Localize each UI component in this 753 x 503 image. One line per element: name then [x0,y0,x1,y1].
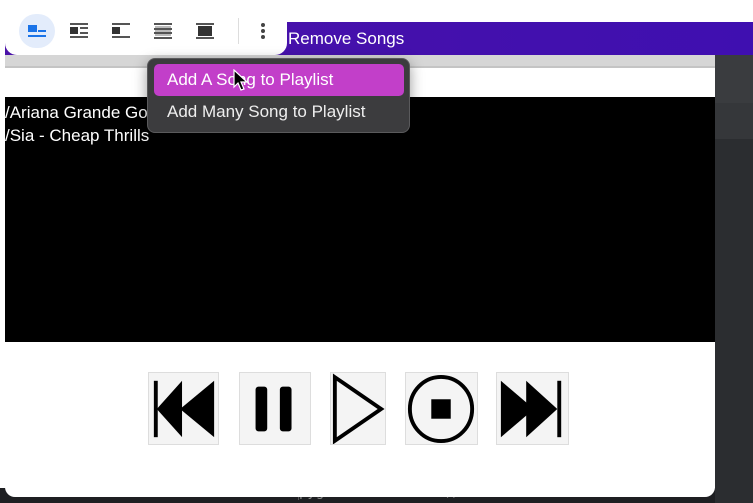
stop-icon [407,374,475,444]
menu-item-add-song[interactable]: Add A Song to Playlist [154,64,404,96]
pause-button[interactable] [239,372,311,445]
more-vert-icon [261,23,265,39]
play-button[interactable] [330,372,386,445]
wrap-text-icon [70,23,88,38]
add-song-menu: Add A Song to Playlist Add Many Song to … [147,58,410,133]
playlist-listbox[interactable]: /Ariana Grande God is a woman /Sia - Che… [5,97,715,342]
in-front-of-text-icon [196,23,214,39]
more-options-button[interactable] [245,14,281,48]
behind-text-button[interactable] [145,14,181,48]
wrap-text-button[interactable] [61,14,97,48]
previous-button[interactable] [148,372,219,445]
toolbar-divider [238,18,239,44]
play-icon [332,373,385,445]
window-title: Remove Songs [288,29,405,48]
break-text-icon [112,23,130,38]
mouse-cursor-icon [233,69,249,91]
editor-side-panel [715,55,753,503]
image-wrap-toolbar [5,4,287,55]
pause-icon [255,386,292,432]
previous-icon [153,380,215,438]
break-text-button[interactable] [103,14,139,48]
stop-button[interactable] [405,372,478,445]
in-front-of-text-button[interactable] [187,14,223,48]
next-icon [500,380,562,438]
controls-panel [5,342,715,497]
behind-text-icon [154,23,172,39]
menu-item-add-many-songs[interactable]: Add Many Song to Playlist [154,96,404,128]
wrap-inline-icon [28,25,46,37]
next-button[interactable] [496,372,569,445]
wrap-inline-button[interactable] [19,14,55,48]
